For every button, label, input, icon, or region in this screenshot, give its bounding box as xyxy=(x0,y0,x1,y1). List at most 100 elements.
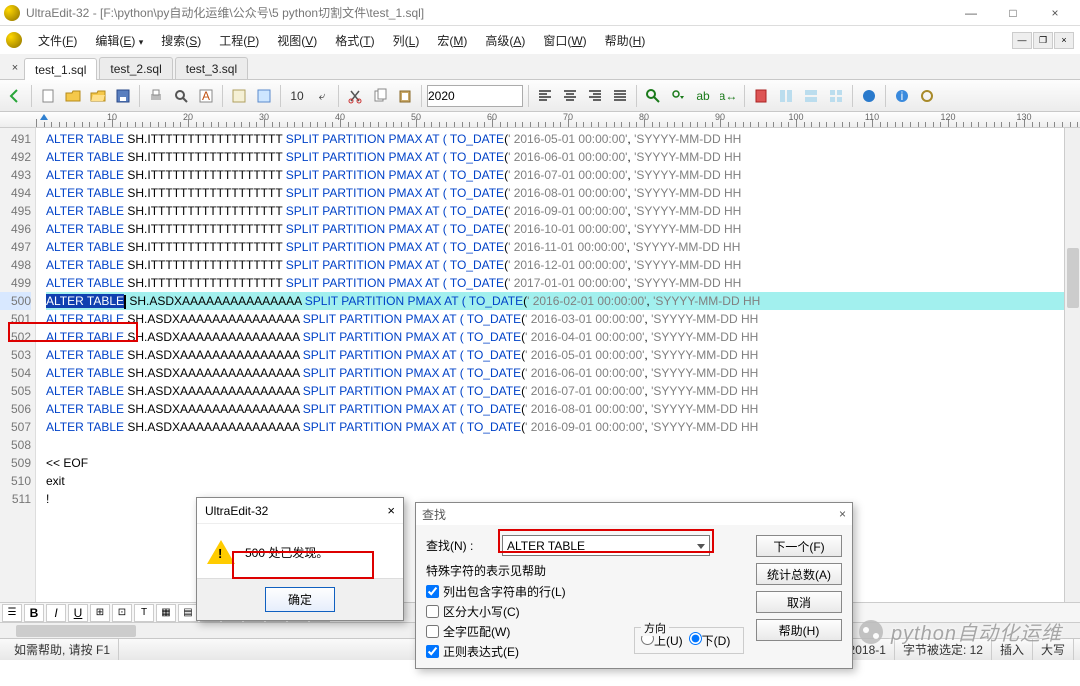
find-input[interactable]: ALTER TABLE xyxy=(502,535,710,556)
tab-test_3-sql[interactable]: test_3.sql xyxy=(175,57,248,79)
status-caps: 大写 xyxy=(1033,639,1074,660)
main-toolbar: A 10 ⤶ ab a↔ i xyxy=(0,80,1080,112)
replace-icon[interactable]: ab xyxy=(692,85,714,107)
cut-icon[interactable] xyxy=(344,85,366,107)
copy-icon[interactable] xyxy=(369,85,391,107)
line-gutter: 4914924934944954964974984995005015025035… xyxy=(0,128,36,602)
svg-text:⤶: ⤶ xyxy=(319,89,326,103)
ruler: 102030405060708090100110120130140 xyxy=(0,112,1080,128)
direction-down-radio[interactable]: 下(D) xyxy=(689,632,731,649)
svg-text:A: A xyxy=(202,89,210,103)
find-next-button[interactable]: 下一个(F) xyxy=(756,535,842,557)
menu-item-a[interactable]: 高级(A) xyxy=(477,28,533,53)
format-btn-5[interactable]: ⊡ xyxy=(112,604,132,622)
toolbar-combo[interactable] xyxy=(427,85,523,107)
print-icon[interactable] xyxy=(145,85,167,107)
title-bar: UltraEdit-32 - [F:\python\py自动化运维\公众号\5 … xyxy=(0,0,1080,26)
form-icon[interactable] xyxy=(228,85,250,107)
tab-bar: × test_1.sqltest_2.sqltest_3.sql xyxy=(0,54,1080,80)
format-btn-4[interactable]: ⊞ xyxy=(90,604,110,622)
tab-test_2-sql[interactable]: test_2.sql xyxy=(99,57,172,79)
menu-item-t[interactable]: 格式(T) xyxy=(327,28,382,53)
format-btn-7[interactable]: ▦ xyxy=(156,604,176,622)
list-icon[interactable] xyxy=(253,85,275,107)
format-btn-2[interactable]: I xyxy=(46,604,66,622)
dialog-title: UltraEdit-32 xyxy=(205,504,268,518)
dialog-title-bar[interactable]: UltraEdit-32 × xyxy=(197,498,403,524)
mini-close-button[interactable]: × xyxy=(1054,32,1074,49)
scrollbar-handle[interactable] xyxy=(1067,248,1079,308)
hex-icon[interactable]: 10 xyxy=(286,85,308,107)
cancel-button[interactable]: 取消 xyxy=(756,591,842,613)
ruler-caret-icon xyxy=(40,114,48,120)
menu-item-f[interactable]: 文件(F) xyxy=(30,28,85,53)
dialog-message: 500 处已发现。 xyxy=(245,544,328,561)
dialog-close-icon[interactable]: × xyxy=(839,507,846,521)
align-center-icon[interactable] xyxy=(559,85,581,107)
help-button[interactable]: 帮助(H) xyxy=(756,619,842,641)
open-icon[interactable] xyxy=(62,85,84,107)
split-h-icon[interactable] xyxy=(775,85,797,107)
count-button[interactable]: 统计总数(A) xyxy=(756,563,842,585)
svg-text:a↔: a↔ xyxy=(720,89,736,103)
ok-button[interactable]: 确定 xyxy=(265,587,335,612)
tab-test_1-sql[interactable]: test_1.sql xyxy=(24,58,97,80)
find-icon[interactable] xyxy=(642,85,664,107)
grid-icon[interactable] xyxy=(825,85,847,107)
align-justify-icon[interactable] xyxy=(609,85,631,107)
bookmark-icon[interactable] xyxy=(750,85,772,107)
menu-item-p[interactable]: 工程(P) xyxy=(211,28,267,53)
menu-item-l[interactable]: 列(L) xyxy=(385,28,428,53)
app-icon xyxy=(4,5,20,21)
message-dialog: UltraEdit-32 × 500 处已发现。 确定 xyxy=(196,497,404,621)
close-button[interactable]: × xyxy=(1034,1,1076,25)
doc-a-icon[interactable]: A xyxy=(195,85,217,107)
app-icon xyxy=(6,32,22,48)
direction-label: 方向 xyxy=(641,620,669,636)
warning-icon xyxy=(207,540,235,564)
new-file-icon[interactable] xyxy=(37,85,59,107)
align-left-icon[interactable] xyxy=(534,85,556,107)
save-icon[interactable] xyxy=(112,85,134,107)
paste-icon[interactable] xyxy=(394,85,416,107)
wrap-icon[interactable]: ⤶ xyxy=(311,85,333,107)
menu-item-v[interactable]: 视图(V) xyxy=(269,28,325,53)
replace-all-icon[interactable]: a↔ xyxy=(717,85,739,107)
split-v-icon[interactable] xyxy=(800,85,822,107)
menu-item-w[interactable]: 窗口(W) xyxy=(535,28,594,53)
back-icon[interactable] xyxy=(4,85,26,107)
format-btn-1[interactable]: B xyxy=(24,604,44,622)
svg-text:10: 10 xyxy=(290,89,304,103)
mini-restore-button[interactable]: ❐ xyxy=(1033,32,1053,49)
menu-bar: 文件(F)编辑(E) ▾搜索(S)工程(P)视图(V)格式(T)列(L)宏(M)… xyxy=(0,26,1080,54)
find-label: 查找(N) : xyxy=(426,537,496,554)
settings-icon[interactable] xyxy=(916,85,938,107)
web-icon[interactable] xyxy=(858,85,880,107)
window-title: UltraEdit-32 - [F:\python\py自动化运维\公众号\5 … xyxy=(26,4,950,21)
svg-text:i: i xyxy=(901,89,904,103)
mini-minimize-button[interactable]: — xyxy=(1012,32,1032,49)
help-icon[interactable]: i xyxy=(891,85,913,107)
maximize-button[interactable]: □ xyxy=(992,1,1034,25)
print-preview-icon[interactable] xyxy=(170,85,192,107)
find-next-icon[interactable] xyxy=(667,85,689,107)
svg-text:ab: ab xyxy=(696,89,710,103)
align-right-icon[interactable] xyxy=(584,85,606,107)
menu-item-m[interactable]: 宏(M) xyxy=(429,28,475,53)
format-btn-3[interactable]: U xyxy=(68,604,88,622)
format-btn-8[interactable]: ▤ xyxy=(178,604,198,622)
dialog-title-bar[interactable]: 查找 × xyxy=(416,503,852,525)
format-btn-6[interactable]: T xyxy=(134,604,154,622)
menu-item-s[interactable]: 搜索(S) xyxy=(153,28,209,53)
menu-item-h[interactable]: 帮助(H) xyxy=(597,28,654,53)
vertical-scrollbar[interactable] xyxy=(1064,128,1080,602)
find-dialog: 查找 × 查找(N) : ALTER TABLE 特殊字符的表示见帮助 列出包含… xyxy=(415,502,853,669)
close-tab-icon[interactable]: × xyxy=(6,57,24,79)
open-folder-icon[interactable] xyxy=(87,85,109,107)
dialog-close-icon[interactable]: × xyxy=(387,503,395,518)
format-btn-0[interactable]: ☰ xyxy=(2,604,22,622)
menu-item-e[interactable]: 编辑(E) ▾ xyxy=(87,28,151,53)
find-title: 查找 xyxy=(422,506,446,523)
minimize-button[interactable]: — xyxy=(950,1,992,25)
scrollbar-handle[interactable] xyxy=(16,625,136,637)
